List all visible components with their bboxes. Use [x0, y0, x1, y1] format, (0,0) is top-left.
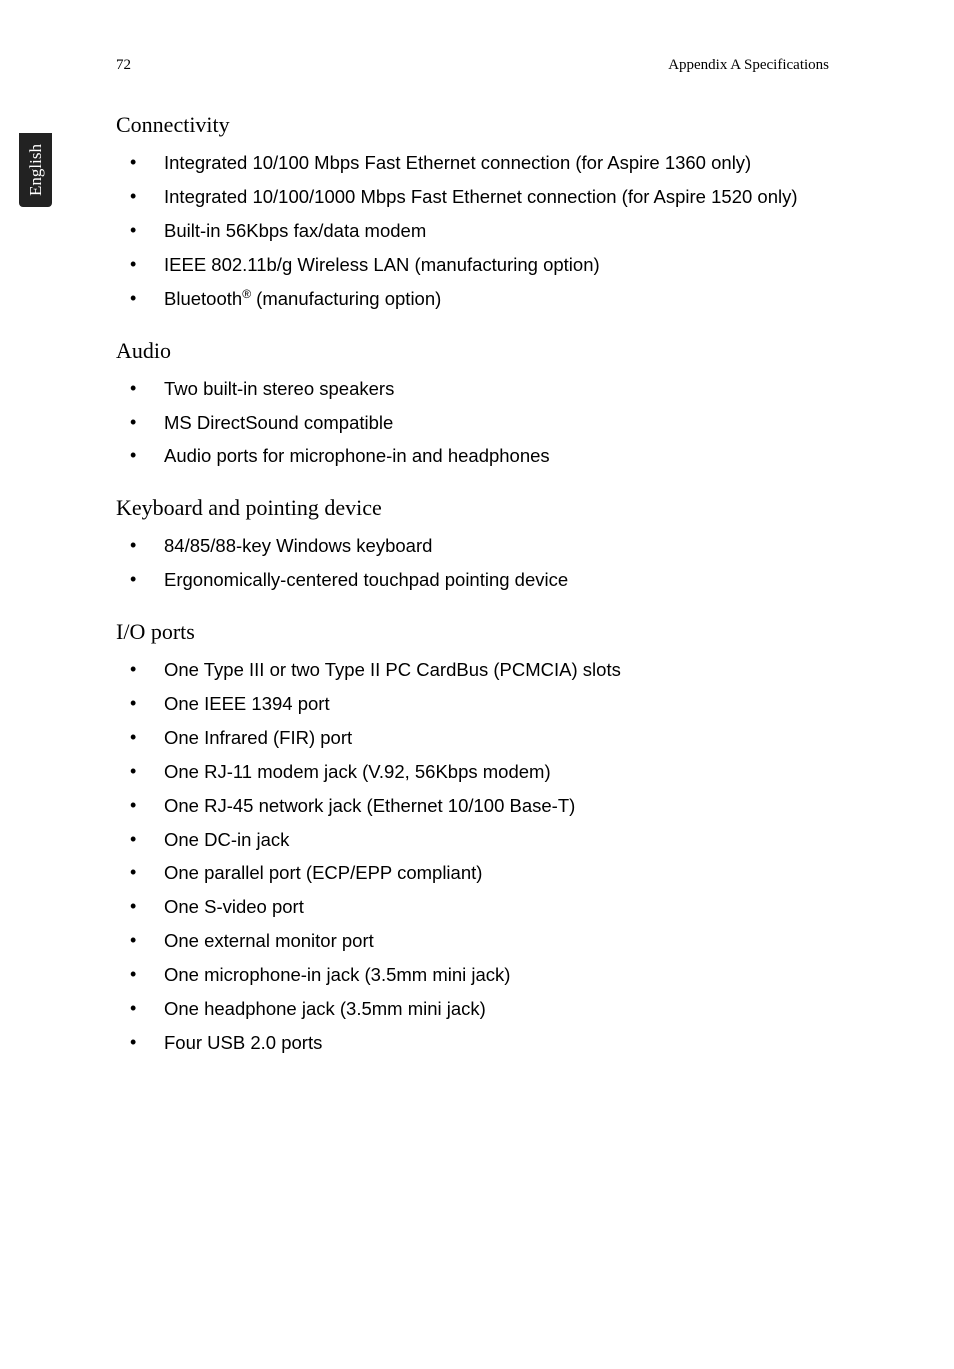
list-item: One RJ-45 network jack (Ethernet 10/100 … [116, 793, 829, 819]
list-item: Two built-in stereo speakers [116, 376, 829, 402]
page-header: 72 Appendix A Specifications [116, 57, 829, 74]
content-area: Connectivity Integrated 10/100 Mbps Fast… [116, 112, 829, 1064]
list-item: One RJ-11 modem jack (V.92, 56Kbps modem… [116, 759, 829, 785]
list-item: MS DirectSound compatible [116, 410, 829, 436]
section-title: Appendix A Specifications [668, 57, 829, 74]
list-io-ports: One Type III or two Type II PC CardBus (… [116, 657, 829, 1056]
list-connectivity: Integrated 10/100 Mbps Fast Ethernet con… [116, 150, 829, 312]
list-item: IEEE 802.11b/g Wireless LAN (manufacturi… [116, 252, 829, 278]
list-item: Audio ports for microphone-in and headph… [116, 443, 829, 469]
list-item: One headphone jack (3.5mm mini jack) [116, 996, 829, 1022]
list-audio: Two built-in stereo speakers MS DirectSo… [116, 376, 829, 470]
list-item: Integrated 10/100 Mbps Fast Ethernet con… [116, 150, 829, 176]
heading-audio: Audio [116, 338, 829, 364]
heading-keyboard: Keyboard and pointing device [116, 495, 829, 521]
list-item: One DC-in jack [116, 827, 829, 853]
page-number: 72 [116, 57, 131, 74]
list-item: One microphone-in jack (3.5mm mini jack) [116, 962, 829, 988]
list-item: Built-in 56Kbps fax/data modem [116, 218, 829, 244]
list-item: One S-video port [116, 894, 829, 920]
language-tab: English [19, 133, 52, 207]
language-label: English [26, 144, 46, 196]
heading-io-ports: I/O ports [116, 619, 829, 645]
list-keyboard: 84/85/88-key Windows keyboard Ergonomica… [116, 533, 829, 593]
list-item: One Infrared (FIR) port [116, 725, 829, 751]
list-item: One IEEE 1394 port [116, 691, 829, 717]
list-item: One parallel port (ECP/EPP compliant) [116, 860, 829, 886]
list-item: Ergonomically-centered touchpad pointing… [116, 567, 829, 593]
page: English 72 Appendix A Specifications Con… [0, 0, 954, 1369]
heading-connectivity: Connectivity [116, 112, 829, 138]
list-item: Integrated 10/100/1000 Mbps Fast Etherne… [116, 184, 829, 210]
list-item: Four USB 2.0 ports [116, 1030, 829, 1056]
list-item: One external monitor port [116, 928, 829, 954]
list-item: 84/85/88-key Windows keyboard [116, 533, 829, 559]
list-item: Bluetooth® (manufacturing option) [116, 286, 829, 312]
list-item: One Type III or two Type II PC CardBus (… [116, 657, 829, 683]
